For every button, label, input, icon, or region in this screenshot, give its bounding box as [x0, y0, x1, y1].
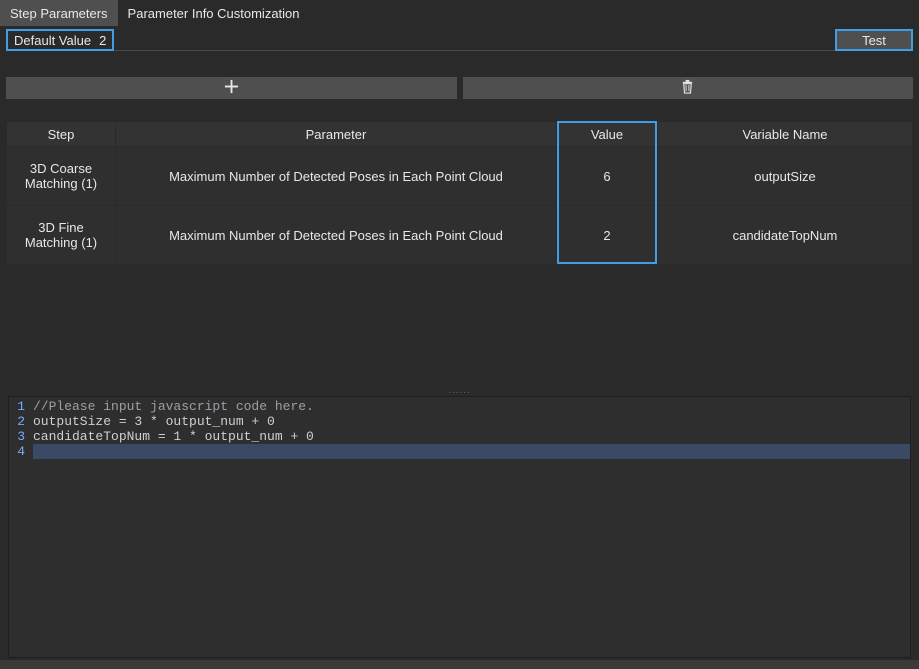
tab-parameter-info-customization[interactable]: Parameter Info Customization	[118, 0, 310, 26]
delete-button[interactable]	[463, 77, 914, 99]
cell-variable: candidateTopNum	[658, 206, 912, 264]
tab-step-parameters[interactable]: Step Parameters	[0, 0, 118, 26]
col-header-value[interactable]: Value	[557, 122, 657, 146]
plus-icon	[224, 79, 239, 97]
add-button[interactable]	[6, 77, 457, 99]
table-empty-area	[6, 265, 913, 388]
code-line[interactable]: //Please input javascript code here.	[33, 399, 910, 414]
code-line[interactable]: candidateTopNum = 1 * output_num + 0	[33, 429, 910, 444]
cell-step: 3D Coarse Matching (1)	[7, 147, 115, 205]
line-number: 3	[9, 429, 25, 444]
code-line-selected[interactable]	[33, 444, 910, 459]
default-value-input[interactable]	[114, 29, 835, 51]
parameter-table-wrap: Step Parameter Value Variable Name 3D Co…	[6, 121, 913, 265]
col-header-parameter[interactable]: Parameter	[116, 122, 556, 146]
cell-value[interactable]: 2	[557, 206, 657, 264]
col-header-variable[interactable]: Variable Name	[658, 122, 912, 146]
cell-parameter: Maximum Number of Detected Poses in Each…	[116, 147, 556, 205]
add-delete-row	[6, 77, 913, 99]
default-value-row: Default Value 2 Test	[6, 29, 913, 51]
trash-icon	[680, 79, 695, 97]
line-number: 1	[9, 399, 25, 414]
tabs-bar: Step Parameters Parameter Info Customiza…	[0, 0, 919, 26]
table-row[interactable]: 3D Fine Matching (1) Maximum Number of D…	[7, 206, 912, 264]
line-number: 2	[9, 414, 25, 429]
line-number: 4	[9, 444, 25, 459]
col-header-step[interactable]: Step	[7, 122, 115, 146]
parameter-table: Step Parameter Value Variable Name 3D Co…	[6, 121, 913, 265]
editor-content[interactable]: //Please input javascript code here. out…	[29, 397, 910, 657]
table-row[interactable]: 3D Coarse Matching (1) Maximum Number of…	[7, 147, 912, 205]
editor-gutter: 1 2 3 4	[9, 397, 29, 657]
cell-value[interactable]: 6	[557, 147, 657, 205]
default-value-box[interactable]: Default Value 2	[6, 29, 114, 51]
horizontal-splitter[interactable]: ······	[0, 388, 919, 396]
code-editor[interactable]: 1 2 3 4 //Please input javascript code h…	[8, 396, 911, 658]
cell-step: 3D Fine Matching (1)	[7, 206, 115, 264]
cell-variable: outputSize	[658, 147, 912, 205]
code-line[interactable]: outputSize = 3 * output_num + 0	[33, 414, 910, 429]
horizontal-scrollbar[interactable]	[0, 660, 919, 669]
test-button[interactable]: Test	[835, 29, 913, 51]
table-header-row: Step Parameter Value Variable Name	[7, 122, 912, 146]
default-value-label: Default Value	[14, 33, 91, 48]
default-value-value[interactable]: 2	[99, 33, 106, 48]
panel-root: { "tabs": { "active": "Step Parameters",…	[0, 0, 919, 669]
cell-parameter: Maximum Number of Detected Poses in Each…	[116, 206, 556, 264]
